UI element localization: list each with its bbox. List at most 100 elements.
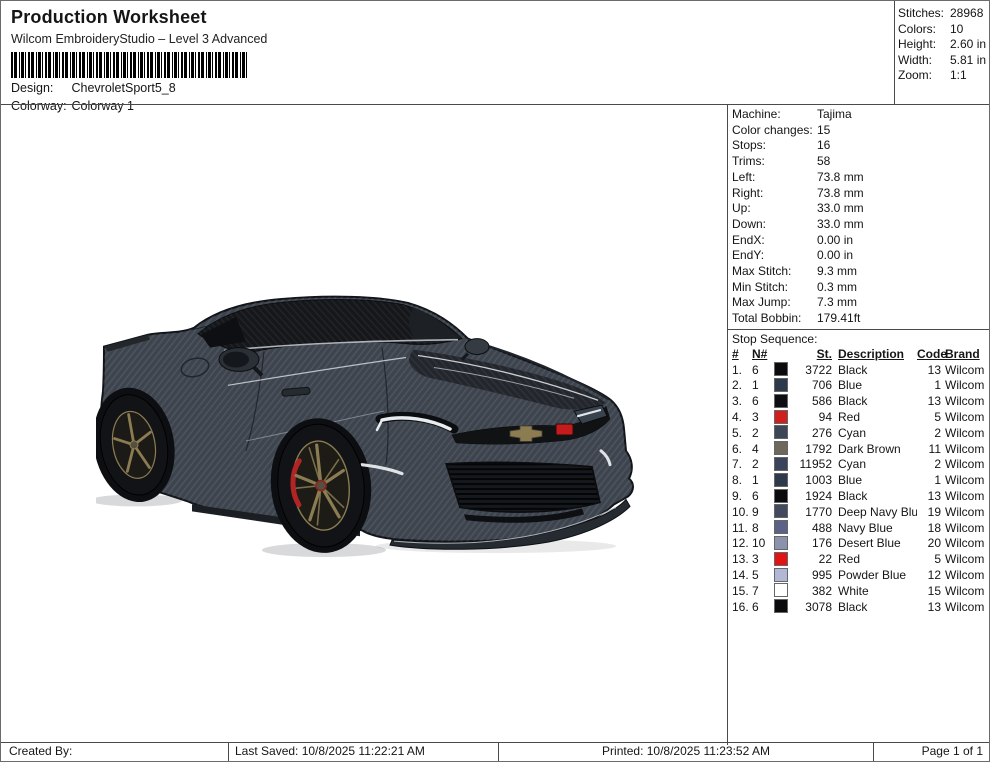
seq-code: 5 <box>934 410 941 425</box>
design-barcode <box>11 52 248 78</box>
info-label: Max Stitch: <box>732 264 792 279</box>
seq-stitch-count: 1792 <box>805 441 832 456</box>
stat-label: Stitches: <box>898 6 945 20</box>
stat-label: Zoom: <box>898 68 933 83</box>
seq-num: 8. <box>732 473 743 488</box>
info-value: 179.41ft <box>817 311 861 326</box>
seq-num: 15. <box>732 583 749 598</box>
seq-needle: 9 <box>752 504 759 519</box>
stat-label: Colors: <box>898 21 937 36</box>
design-preview-area <box>90 294 636 562</box>
seq-stitch-count: 488 <box>811 520 832 535</box>
info-label: Down: <box>732 216 767 231</box>
thread-color-swatch <box>774 377 788 392</box>
ss-badge <box>555 423 574 436</box>
info-value: 0.00 in <box>817 248 854 263</box>
info-value: Tajima <box>817 107 852 121</box>
seq-stitch-count: 1770 <box>805 504 832 519</box>
seq-needle: 3 <box>752 552 759 567</box>
production-worksheet-page: Production Worksheet Wilcom EmbroiderySt… <box>0 0 990 762</box>
design-stats-panel: Stitches: 28968 Colors: 10 Height: 2.60 … <box>894 1 989 104</box>
seq-description: Powder Blue <box>838 568 907 582</box>
stat-label: Height: <box>898 37 937 52</box>
stat-row: Colors: 10 <box>898 21 989 38</box>
stop-sequence-row: 14. 5 995 Powder Blue 12 Wilcom <box>732 567 989 584</box>
stop-sequence-row: 11. 8 488 Navy Blue 18 Wilcom <box>732 520 989 537</box>
seq-stitch-count: 382 <box>811 583 832 598</box>
thread-color-swatch <box>774 441 788 456</box>
col-header-st: St. <box>816 346 832 361</box>
seq-num: 9. <box>732 489 743 504</box>
stop-sequence-row: 15. 7 382 White 15 Wilcom <box>732 583 989 600</box>
seq-stitch-count: 586 <box>811 394 832 409</box>
thread-color-swatch <box>774 472 788 487</box>
thread-color-swatch <box>774 409 788 424</box>
thread-color-swatch <box>774 520 788 535</box>
stat-row: Height: 2.60 in <box>898 37 989 53</box>
info-value: 0.00 in <box>817 232 854 247</box>
info-row: Left: 73.8 mm <box>732 170 989 186</box>
seq-description: Navy Blue <box>838 520 893 535</box>
info-row: Max Jump: 7.3 mm <box>732 295 989 311</box>
info-value: 58 <box>817 154 831 169</box>
seq-code: 13 <box>927 489 941 504</box>
seq-needle: 4 <box>752 441 759 456</box>
info-value: 73.8 mm <box>817 185 864 200</box>
seq-num: 3. <box>732 394 743 409</box>
info-value: 73.8 mm <box>817 169 864 184</box>
seq-description: Black <box>838 599 868 614</box>
stat-row: Width: 5.81 in <box>898 53 989 69</box>
info-value: 33.0 mm <box>817 216 864 231</box>
seq-num: 10. <box>732 504 749 519</box>
thread-color-swatch <box>774 393 788 408</box>
stop-sequence-row: 13. 3 22 Red 5 Wilcom <box>732 551 989 568</box>
col-header-num: # <box>732 346 739 361</box>
thread-color-swatch <box>774 567 788 582</box>
thread-color-swatch <box>774 551 788 566</box>
seq-code: 20 <box>927 536 941 551</box>
seq-needle: 2 <box>752 425 759 440</box>
info-label: Total Bobbin: <box>732 311 802 326</box>
car-embroidery-design <box>90 295 634 558</box>
seq-needle: 7 <box>752 583 759 598</box>
footer-bar: Created By: Last Saved: 10/8/2025 11:22:… <box>1 742 989 761</box>
seq-stitch-count: 3078 <box>805 599 832 614</box>
seq-stitch-count: 11952 <box>799 457 832 472</box>
seq-code: 12 <box>927 568 941 582</box>
seq-description: Cyan <box>838 457 867 472</box>
seq-stitch-count: 22 <box>818 552 832 567</box>
thread-color-swatch <box>774 504 788 519</box>
seq-needle: 1 <box>752 378 759 393</box>
seq-num: 2. <box>732 378 743 393</box>
info-label: Stops: <box>732 138 767 153</box>
machine-info-rows: Machine: Tajima Color changes: 15 Stops:… <box>732 107 989 327</box>
info-row: Right: 73.8 mm <box>732 186 989 202</box>
info-row: Max Stitch: 9.3 mm <box>732 264 989 280</box>
info-value: 33.0 mm <box>817 201 864 216</box>
info-label: Min Stitch: <box>732 279 789 294</box>
seq-description: Red <box>838 410 861 425</box>
seq-code: 19 <box>927 504 941 519</box>
info-label: Up: <box>732 201 751 216</box>
stop-sequence-row: 7. 2 11952 Cyan 2 Wilcom <box>732 456 989 473</box>
seq-num: 6. <box>732 441 743 456</box>
seq-code: 2 <box>934 457 941 472</box>
seq-needle: 1 <box>752 473 759 488</box>
seq-stitch-count: 276 <box>811 425 832 440</box>
seq-description: Cyan <box>838 425 867 440</box>
info-label: Max Jump: <box>732 295 791 310</box>
col-header-brand: Brand <box>945 346 980 361</box>
seq-brand: Wilcom <box>945 583 985 598</box>
thread-color-swatch <box>774 535 788 550</box>
seq-code: 15 <box>927 583 941 598</box>
design-label: Design: <box>11 81 54 95</box>
lower-grille <box>444 461 601 513</box>
seq-needle: 6 <box>752 394 759 409</box>
info-value: 15 <box>817 122 831 137</box>
machine-info-panel: Machine: Tajima Color changes: 15 Stops:… <box>728 105 989 745</box>
seq-stitch-count: 1003 <box>805 473 832 488</box>
stat-value: 1:1 <box>950 68 967 83</box>
seq-code: 1 <box>934 473 941 488</box>
seq-needle: 2 <box>752 457 759 472</box>
seq-description: Blue <box>838 473 863 488</box>
